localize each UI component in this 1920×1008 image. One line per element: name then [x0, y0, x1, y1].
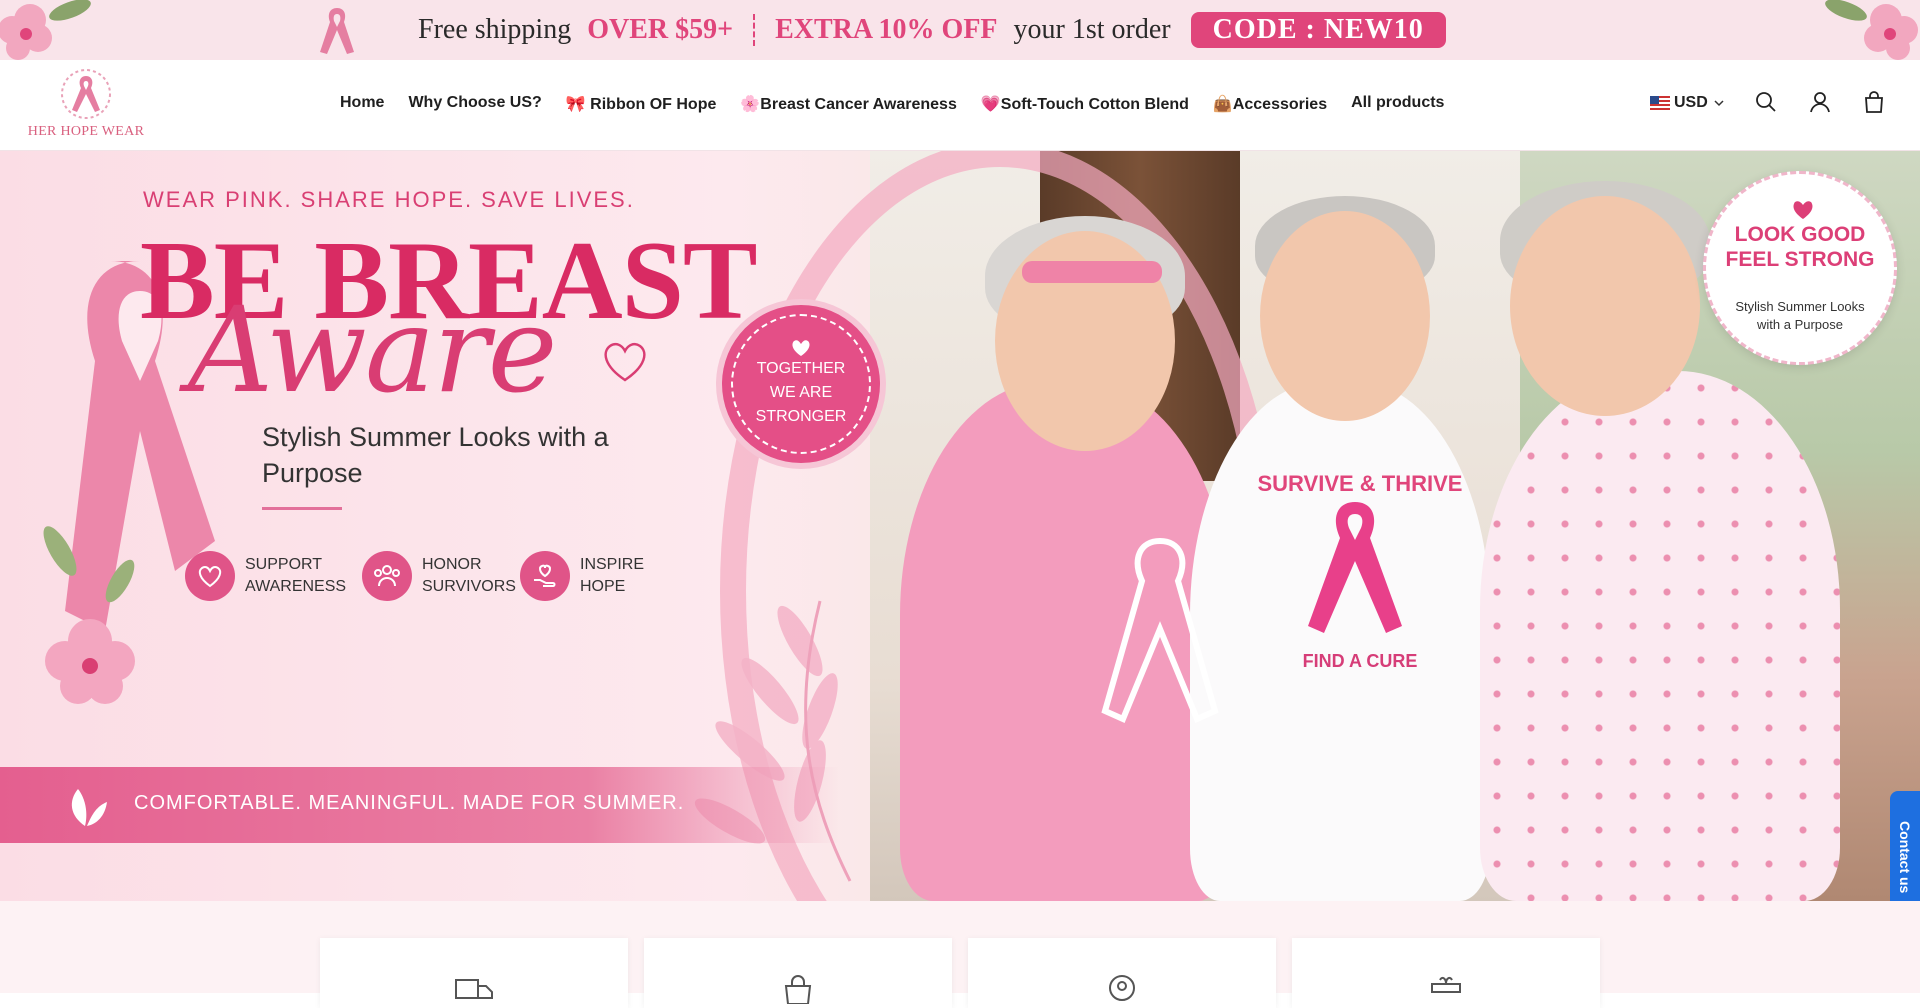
- heart-outline-icon: [604, 342, 646, 382]
- feature-line: HOPE: [580, 578, 626, 595]
- announcement-bar: Free shipping OVER $59+ EXTRA 10% OFF yo…: [0, 0, 1920, 60]
- feature-line: HONOR: [422, 555, 482, 573]
- service-card[interactable]: [644, 938, 952, 1008]
- shirt-text-survive: SURVIVE & THRIVE: [1257, 471, 1463, 496]
- feature-line: SURVIVORS: [422, 578, 516, 595]
- woman-ribbon-blouse: [1480, 371, 1840, 901]
- feature-honor-survivors: HONOR SURVIVORS: [362, 551, 522, 601]
- services-section: [0, 901, 1920, 1008]
- hero-subtitle: Stylish Summer Looks with a Purpose: [262, 422, 609, 489]
- ribbon-icon: [320, 8, 354, 54]
- look-good-badge: LOOK GOOD FEEL STRONG Stylish Summer Look…: [1703, 171, 1897, 365]
- subtitle-underline: [262, 507, 342, 510]
- promo-free-shipping: Free shipping: [418, 14, 572, 45]
- heart-icon: [792, 340, 810, 356]
- feature-line: INSPIRE: [580, 555, 645, 573]
- nav-why-choose-us[interactable]: Why Choose US?: [408, 94, 541, 114]
- stripe-text: COMFORTABLE. MEANINGFUL. MADE FOR SUMMER…: [134, 792, 685, 814]
- promo-first-order: your 1st order: [1013, 14, 1171, 45]
- nav-breast-cancer-awareness[interactable]: 🌸Breast Cancer Awareness: [740, 94, 956, 114]
- cart-icon[interactable]: [1862, 90, 1886, 114]
- site-header: HER HOPE WEAR Home Why Choose US? 🎀 Ribb…: [0, 60, 1920, 151]
- contact-label: Contact us: [1897, 821, 1913, 894]
- promo-code-badge[interactable]: CODE : NEW10: [1190, 12, 1446, 48]
- gift-icon: [1431, 976, 1461, 993]
- hero-title-line2: Aware: [188, 281, 558, 419]
- promo-divider: [753, 14, 756, 46]
- hero-tagline: WEAR PINK. SHARE HOPE. SAVE LIVES.: [143, 187, 635, 212]
- badge-line: WE ARE: [769, 384, 833, 401]
- service-card[interactable]: [320, 938, 628, 1008]
- us-flag-icon: [1650, 96, 1670, 110]
- hero-banner[interactable]: SURVIVE & THRIVE FIND A CURE WEAR PINK. …: [0, 151, 1920, 901]
- search-icon[interactable]: [1754, 90, 1778, 114]
- location-icon: [1109, 975, 1135, 1001]
- currency-selector[interactable]: USD: [1650, 94, 1726, 112]
- feature-inspire-hope: INSPIRE HOPE: [520, 551, 680, 601]
- together-badge: TOGETHER WE ARE STRONGER: [722, 305, 880, 463]
- feature-line: SUPPORT: [245, 555, 323, 573]
- feature-line: AWARENESS: [245, 578, 347, 595]
- badge-line: TOGETHER: [756, 360, 846, 377]
- account-icon[interactable]: [1808, 90, 1832, 114]
- flower-decoration-right: [1825, 0, 1918, 60]
- hibiscus-flower-decoration: [43, 526, 135, 704]
- shirt-ribbon-icon: [1308, 502, 1402, 633]
- logo-ribbon-icon: [61, 69, 111, 119]
- service-card[interactable]: [1292, 938, 1600, 1008]
- hero-stripe: COMFORTABLE. MEANINGFUL. MADE FOR SUMMER…: [0, 767, 840, 843]
- main-nav: Home Why Choose US? 🎀 Ribbon OF Hope 🌸Br…: [340, 94, 1444, 114]
- heart-icon: [1793, 201, 1813, 219]
- nav-ribbon-of-hope[interactable]: 🎀 Ribbon OF Hope: [566, 94, 717, 114]
- palm-leaves-decoration: [694, 600, 852, 882]
- look-line: with a Purpose: [1757, 316, 1843, 332]
- feature-support-awareness: SUPPORT AWARENESS: [185, 551, 347, 601]
- flower-decoration-left: [0, 0, 91, 60]
- badge-line: STRONGER: [755, 408, 847, 425]
- heart-icon: [198, 566, 222, 588]
- shirt-ribbon-outline-icon: [1101, 537, 1219, 723]
- leaf-icon: [71, 789, 107, 826]
- look-line: LOOK GOOD: [1734, 223, 1866, 246]
- nav-accessories[interactable]: 👜Accessories: [1213, 94, 1327, 114]
- face-3: [1510, 196, 1700, 416]
- bag-icon: [784, 975, 812, 1004]
- nav-all-products[interactable]: All products: [1351, 94, 1444, 114]
- face-2: [1260, 211, 1430, 421]
- currency-label: USD: [1674, 94, 1708, 111]
- nav-home[interactable]: Home: [340, 94, 384, 114]
- promo-threshold: OVER $59+: [587, 14, 734, 45]
- promo-discount: EXTRA 10% OFF: [775, 14, 998, 45]
- shirt-text-find-a-cure: FIND A CURE: [1302, 651, 1418, 671]
- nav-soft-touch-cotton[interactable]: 💗Soft-Touch Cotton Blend: [981, 94, 1189, 114]
- look-line: FEEL STRONG: [1725, 248, 1875, 272]
- pink-headband: [1022, 261, 1162, 283]
- people-icon: [374, 565, 400, 587]
- hand-heart-icon: [534, 564, 556, 587]
- truck-icon: [455, 979, 493, 999]
- look-line: Stylish Summer Looks: [1735, 299, 1865, 315]
- service-card[interactable]: [968, 938, 1276, 1008]
- chevron-down-icon: [1714, 100, 1724, 107]
- logo-text: HER HOPE WEAR: [27, 124, 145, 139]
- site-logo[interactable]: HER HOPE WEAR: [26, 68, 146, 144]
